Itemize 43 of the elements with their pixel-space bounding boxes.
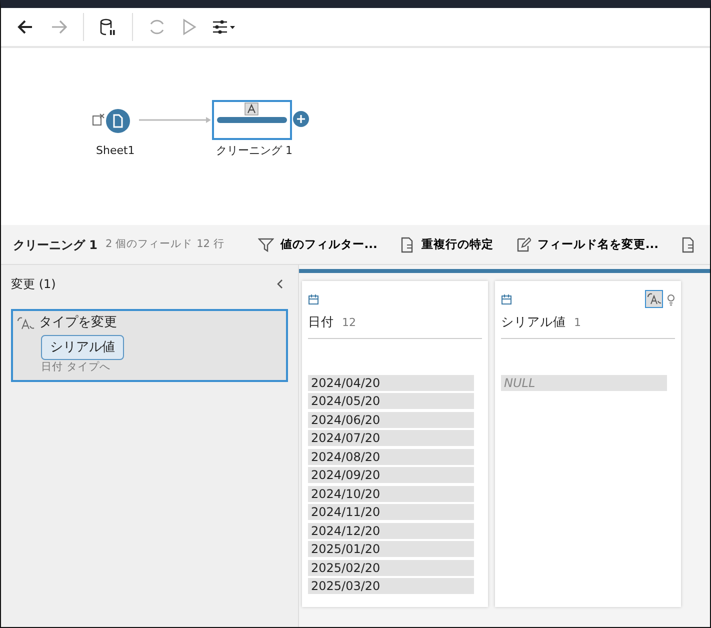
edit-icon: [515, 236, 532, 252]
field-name: シリアル値: [501, 313, 566, 331]
node-label: Sheet1: [96, 143, 135, 159]
remove-icon[interactable]: [92, 114, 104, 126]
document-icon[interactable]: [680, 236, 696, 252]
value-bar[interactable]: 2024/05/20: [308, 393, 474, 410]
sliders-icon[interactable]: [211, 17, 237, 37]
field-count: 2 個のフィールド: [106, 236, 193, 252]
type-change-icon[interactable]: [645, 290, 663, 308]
value-bar[interactable]: 2025/03/20: [308, 578, 474, 594]
value-count: 1: [574, 315, 581, 331]
value-count: 12: [342, 315, 356, 331]
value-bar[interactable]: 2024/08/20: [308, 448, 474, 465]
value-bar[interactable]: 2024/11/20: [308, 504, 474, 520]
database-pause-icon[interactable]: [98, 17, 118, 37]
action-button[interactable]: フィールド名を変更...: [515, 236, 658, 254]
step-title: クリーニング 1: [13, 236, 98, 254]
value-bar[interactable]: 2025/01/20: [308, 541, 474, 558]
document-icon: [399, 236, 416, 252]
add-step-icon[interactable]: [293, 111, 309, 127]
type-change-icon: [244, 102, 258, 116]
connector-arrow: [139, 117, 211, 123]
input-node[interactable]: [106, 109, 130, 133]
action-button[interactable]: 重複行の特定: [399, 236, 494, 254]
node-label: クリーニング 1: [216, 143, 292, 159]
clean-node[interactable]: [212, 100, 292, 140]
value-bar[interactable]: 2024/10/20: [308, 486, 474, 502]
filter-icon: [258, 236, 274, 252]
field-tag: シリアル値: [41, 334, 124, 360]
collapse-icon[interactable]: [276, 278, 284, 290]
value-bar[interactable]: 2024/04/20: [308, 374, 474, 391]
value-bar[interactable]: 2024/09/20: [308, 467, 474, 484]
changes-title: 変更 (1): [11, 276, 56, 293]
action-button[interactable]: 値のフィルター...: [258, 236, 378, 254]
row-count: 12 行: [196, 236, 224, 252]
value-bar[interactable]: 2024/06/20: [308, 412, 474, 428]
value-bar[interactable]: 2025/02/20: [308, 560, 474, 576]
value-bar[interactable]: 2024/07/20: [308, 430, 474, 446]
change-title: タイプを変更: [39, 314, 117, 332]
value-bar[interactable]: 2024/12/20: [308, 522, 474, 539]
field-name: 日付: [308, 313, 334, 331]
change-item[interactable]: タイプを変更 シリアル値 日付 タイプへ: [11, 309, 288, 382]
change-detail: 日付 タイプへ: [40, 360, 112, 375]
